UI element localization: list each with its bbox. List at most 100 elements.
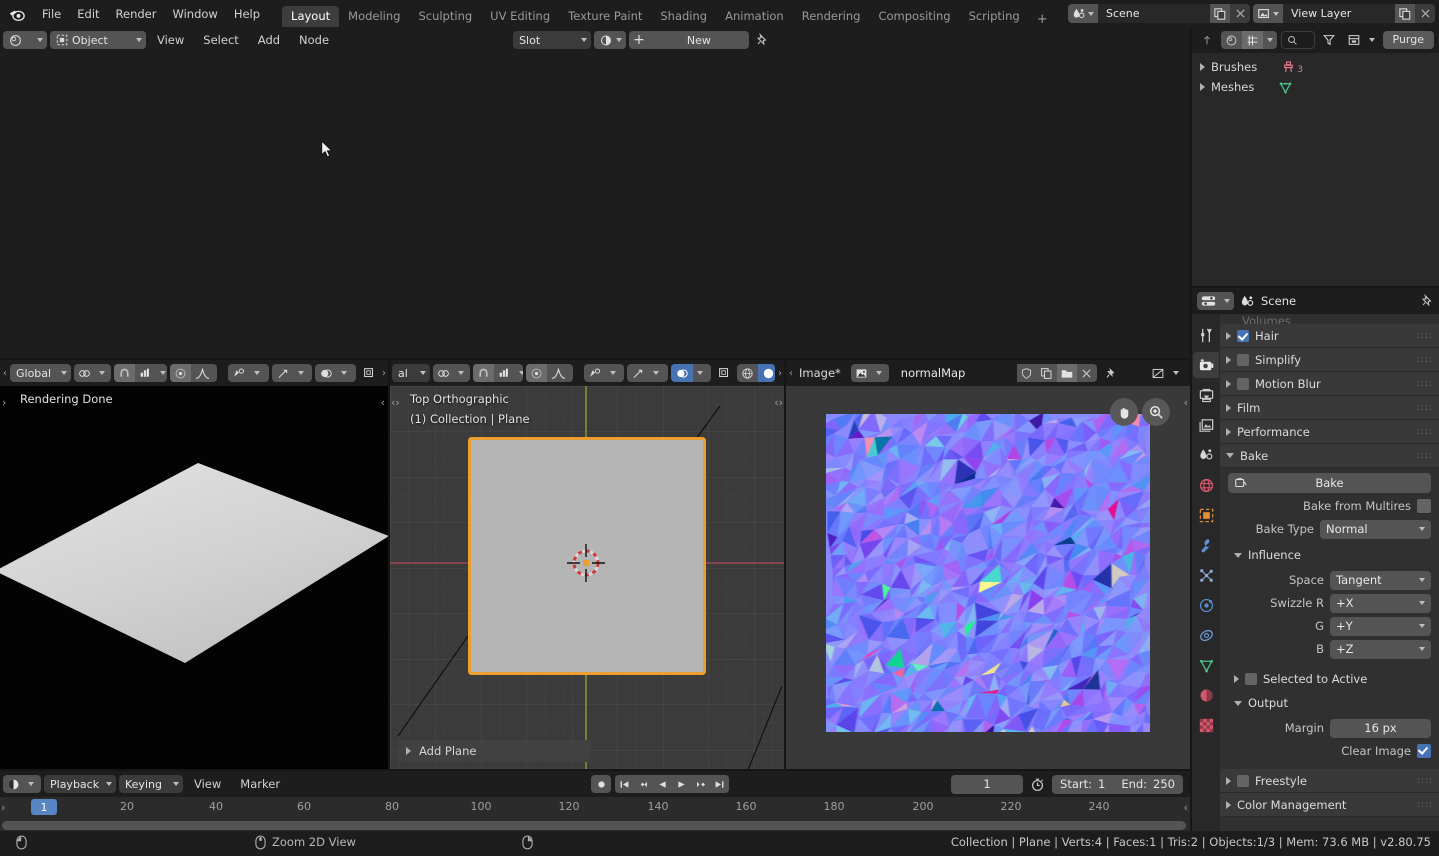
zoom-icon[interactable] — [1142, 398, 1170, 426]
visibility-dropdown[interactable] — [584, 364, 625, 382]
expand-triangle-icon[interactable] — [1226, 379, 1231, 388]
plus-icon[interactable]: + — [629, 31, 649, 49]
header-overflow-left-icon[interactable]: ‹ — [2, 368, 7, 379]
add-plane-operator-panel[interactable]: Add Plane — [398, 740, 590, 762]
pin-icon[interactable] — [1420, 294, 1434, 308]
material-sphere-icon[interactable] — [1193, 682, 1219, 708]
chevron-down-icon[interactable] — [454, 364, 468, 382]
gizmo-dropdown[interactable] — [627, 364, 668, 382]
timeline-icon[interactable] — [3, 775, 24, 793]
region-toggle-right-icon[interactable]: ‹ — [381, 396, 385, 409]
outliner-display-mode[interactable] — [1221, 31, 1277, 49]
tab-compositing[interactable]: Compositing — [869, 6, 959, 27]
back-arrow-icon[interactable] — [1197, 31, 1217, 49]
blender-logo-icon[interactable] — [0, 5, 34, 23]
drag-handle-icon[interactable]: :::: — [1417, 379, 1433, 388]
stopwatch-icon[interactable] — [1027, 775, 1048, 793]
panel-performance[interactable]: Performance :::: — [1220, 420, 1439, 444]
timeline-menu-view[interactable]: View — [186, 775, 229, 793]
snap-target-dropdown[interactable] — [73, 364, 112, 382]
area-splitter-horizontal[interactable] — [1192, 286, 1439, 288]
clear-image-checkbox[interactable] — [1417, 744, 1431, 758]
snap-target-dropdown[interactable] — [432, 364, 470, 382]
bake-type-select[interactable]: Normal — [1320, 519, 1431, 539]
search-input[interactable] — [1281, 31, 1315, 49]
chevron-down-icon[interactable] — [24, 775, 38, 793]
drag-handle-icon[interactable]: :::: — [1417, 451, 1433, 460]
panel-selected-to-active[interactable]: Selected to Active — [1220, 667, 1439, 691]
swizzle-r-row[interactable]: Swizzle R +X — [1228, 593, 1431, 613]
tab-sculpting[interactable]: Sculpting — [409, 6, 481, 27]
constraint-icon[interactable] — [1193, 622, 1219, 648]
properties-editor-type[interactable] — [1197, 292, 1234, 310]
area-splitter-horizontal[interactable] — [0, 358, 1190, 360]
collapse-triangle-icon[interactable] — [1234, 552, 1242, 558]
magnet-icon[interactable] — [114, 364, 136, 382]
new-scene-icon[interactable] — [1210, 4, 1230, 23]
image-browse-dropdown[interactable] — [850, 364, 889, 382]
chevron-down-icon[interactable] — [1169, 364, 1183, 382]
tab-shading[interactable]: Shading — [651, 6, 716, 27]
snap-increment-icon[interactable] — [135, 364, 156, 382]
eye-cursor-icon[interactable] — [228, 364, 250, 382]
expand-triangle-icon[interactable] — [1226, 331, 1231, 340]
chevron-down-icon[interactable] — [294, 364, 308, 382]
hair-checkbox[interactable] — [1237, 329, 1249, 342]
panel-film[interactable]: Film :::: — [1220, 396, 1439, 420]
jump-to-end-icon[interactable] — [710, 775, 730, 793]
close-icon[interactable] — [1076, 364, 1097, 382]
chevron-down-icon[interactable] — [872, 364, 886, 382]
jump-to-start-icon[interactable] — [615, 775, 635, 793]
region-toggle-right-icon[interactable]: ‹› — [774, 396, 783, 409]
delete-scene-icon[interactable] — [1230, 4, 1250, 23]
purge-button[interactable]: Purge — [1382, 31, 1434, 49]
node-menu-view[interactable]: View — [149, 31, 192, 49]
menu-help[interactable]: Help — [226, 5, 268, 23]
slot-selector[interactable]: Slot — [513, 31, 592, 49]
region-toggle-left-icon[interactable]: ‹› — [391, 396, 400, 409]
scene-icon[interactable] — [1068, 4, 1098, 23]
panel-freestyle[interactable]: Freestyle :::: — [1220, 769, 1439, 793]
proportional-edit-group[interactable] — [526, 364, 574, 382]
chevron-down-icon[interactable] — [95, 364, 109, 382]
panel-bake[interactable]: Bake :::: — [1220, 444, 1439, 468]
area-splitter-horizontal[interactable] — [0, 769, 1190, 771]
outliner-filter-dropdown[interactable] — [1343, 31, 1379, 49]
new-view-layer-icon[interactable] — [1395, 4, 1415, 23]
space-select[interactable]: Tangent — [1330, 570, 1431, 590]
motion-blur-checkbox[interactable] — [1237, 377, 1249, 390]
checker-texture-icon[interactable] — [1193, 712, 1219, 738]
fake-user-icon[interactable] — [1016, 364, 1037, 382]
margin-field[interactable]: 16 px — [1330, 718, 1431, 738]
end-frame-field[interactable]: End: 250 — [1113, 774, 1183, 794]
list-item[interactable]: Meshes — [1192, 77, 1439, 97]
node-canvas[interactable] — [0, 53, 1190, 358]
transform-orientation-select[interactable]: Global — [10, 364, 71, 382]
menu-window[interactable]: Window — [164, 5, 225, 23]
display-mode-chevron-down-icon[interactable] — [1263, 31, 1277, 49]
header-overflow-right-icon[interactable]: › — [382, 368, 386, 379]
tab-layout[interactable]: Layout — [282, 6, 340, 27]
blender-file-icon[interactable] — [1221, 31, 1242, 49]
snap-icon[interactable] — [74, 364, 95, 382]
panel-color-management[interactable]: Color Management :::: — [1220, 793, 1439, 817]
bake-type-row[interactable]: Bake Type Normal — [1228, 519, 1431, 539]
drag-handle-icon[interactable]: :::: — [1417, 403, 1433, 412]
playback-menu[interactable]: Playback — [44, 775, 116, 793]
magnet-icon[interactable] — [472, 364, 494, 382]
expand-triangle-icon[interactable] — [1226, 427, 1231, 436]
physics-orbit-icon[interactable] — [1193, 592, 1219, 618]
area-splitter-vertical[interactable] — [388, 360, 390, 770]
images-icon[interactable] — [1193, 412, 1219, 438]
next-keyframe-icon[interactable] — [691, 775, 711, 793]
tab-animation[interactable]: Animation — [716, 6, 793, 27]
overlay-icon[interactable] — [670, 364, 693, 382]
timeline-body[interactable]: 20 40 60 80 100 120 140 160 180 200 220 240 1 › ‹ — [0, 797, 1190, 831]
object-square-icon[interactable] — [1193, 502, 1219, 528]
chevron-down-icon[interactable] — [250, 364, 264, 382]
expand-triangle-icon[interactable] — [1200, 63, 1205, 71]
tab-texture-paint[interactable]: Texture Paint — [559, 6, 651, 27]
tab-modeling[interactable]: Modeling — [339, 6, 409, 27]
view-layer-selector[interactable]: View Layer — [1253, 4, 1435, 23]
gizmo-icon[interactable] — [627, 364, 649, 382]
